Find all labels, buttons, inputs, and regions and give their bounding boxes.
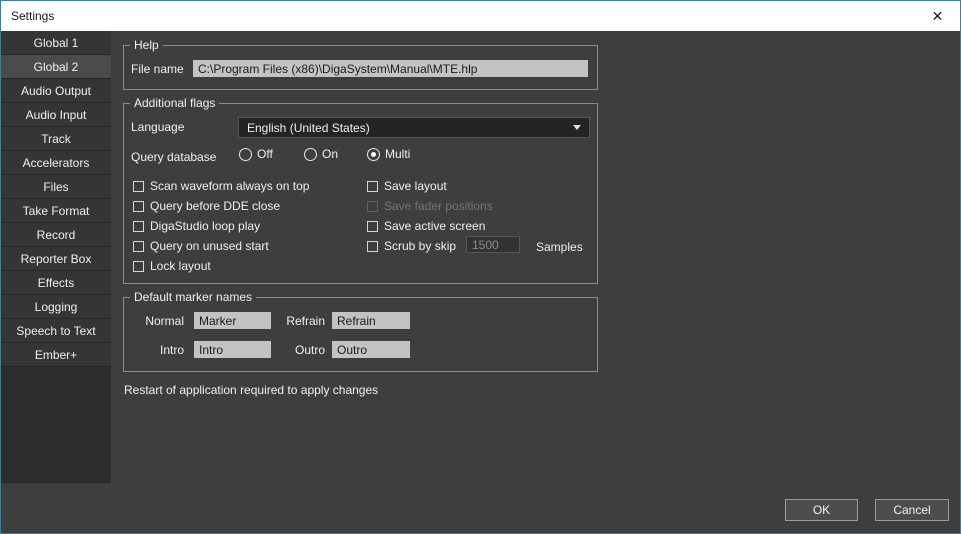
sidebar-item-audio-output[interactable]: Audio Output xyxy=(1,79,111,103)
checkbox-label: Lock layout xyxy=(150,259,211,273)
sidebar-item-global-1[interactable]: Global 1 xyxy=(1,31,111,55)
checkbox-query-before-dde-close[interactable]: Query before DDE close xyxy=(133,199,280,213)
checkbox-icon xyxy=(133,241,144,252)
window-title: Settings xyxy=(1,9,54,23)
additional-flags-group-title: Additional flags xyxy=(130,96,219,110)
restart-note: Restart of application required to apply… xyxy=(124,383,378,397)
titlebar[interactable]: Settings ✕ xyxy=(1,1,960,31)
marker-intro-label: Intro xyxy=(129,343,184,357)
checkbox-label: Save active screen xyxy=(384,219,485,233)
sidebar-item-speech-to-text[interactable]: Speech to Text xyxy=(1,319,111,343)
radio-query-on[interactable]: On xyxy=(304,147,338,161)
radio-query-multi[interactable]: Multi xyxy=(367,147,410,161)
checkbox-label: Save layout xyxy=(384,179,447,193)
sidebar: Global 1 Global 2 Audio Output Audio Inp… xyxy=(1,31,111,483)
additional-flags-group: Additional flags Language English (Unite… xyxy=(123,103,598,284)
query-database-label: Query database xyxy=(131,150,216,164)
sidebar-item-take-format[interactable]: Take Format xyxy=(1,199,111,223)
help-file-name-input[interactable] xyxy=(193,60,588,77)
marker-intro-input[interactable] xyxy=(194,341,271,358)
sidebar-item-audio-input[interactable]: Audio Input xyxy=(1,103,111,127)
radio-on-label: On xyxy=(322,147,338,161)
marker-outro-label: Outro xyxy=(274,343,325,357)
checkbox-label: Save fader positions xyxy=(384,199,493,213)
ok-button[interactable]: OK xyxy=(785,499,858,521)
checkbox-label: Scrub by skip xyxy=(384,239,456,253)
sidebar-item-reporter-box[interactable]: Reporter Box xyxy=(1,247,111,271)
checkbox-icon xyxy=(367,201,378,212)
marker-refrain-input[interactable] xyxy=(332,312,410,329)
checkbox-icon xyxy=(133,221,144,232)
scrub-samples-input xyxy=(466,236,520,253)
checkbox-save-active-screen[interactable]: Save active screen xyxy=(367,219,485,233)
marker-group-title: Default marker names xyxy=(130,290,256,304)
sidebar-item-files[interactable]: Files xyxy=(1,175,111,199)
checkbox-scan-waveform[interactable]: Scan waveform always on top xyxy=(133,179,309,193)
sidebar-item-effects[interactable]: Effects xyxy=(1,271,111,295)
samples-label: Samples xyxy=(536,240,583,254)
checkbox-icon xyxy=(367,221,378,232)
checkbox-label: DigaStudio loop play xyxy=(150,219,260,233)
main-panel: Help File name Additional flags Language… xyxy=(111,31,960,533)
language-selected-value: English (United States) xyxy=(247,121,370,135)
radio-icon xyxy=(239,148,252,161)
checkbox-digastudio-loop-play[interactable]: DigaStudio loop play xyxy=(133,219,260,233)
checkbox-label: Scan waveform always on top xyxy=(150,179,309,193)
radio-query-off[interactable]: Off xyxy=(239,147,273,161)
marker-outro-input[interactable] xyxy=(332,341,410,358)
checkbox-icon xyxy=(367,181,378,192)
marker-normal-input[interactable] xyxy=(194,312,271,329)
sidebar-item-logging[interactable]: Logging xyxy=(1,295,111,319)
checkbox-icon xyxy=(367,241,378,252)
marker-normal-label: Normal xyxy=(129,314,184,328)
checkbox-query-on-unused-start[interactable]: Query on unused start xyxy=(133,239,269,253)
close-icon: ✕ xyxy=(932,8,944,25)
checkbox-save-fader-positions: Save fader positions xyxy=(367,199,493,213)
sidebar-item-record[interactable]: Record xyxy=(1,223,111,247)
language-label: Language xyxy=(131,120,184,134)
checkbox-scrub-by-skip[interactable]: Scrub by skip xyxy=(367,239,456,253)
help-group: Help File name xyxy=(123,45,598,90)
help-group-title: Help xyxy=(130,38,163,52)
close-button[interactable]: ✕ xyxy=(915,1,960,31)
radio-selected-icon xyxy=(367,148,380,161)
checkbox-save-layout[interactable]: Save layout xyxy=(367,179,447,193)
checkbox-icon xyxy=(133,201,144,212)
default-marker-names-group: Default marker names Normal Refrain Intr… xyxy=(123,297,598,372)
sidebar-item-track[interactable]: Track xyxy=(1,127,111,151)
cancel-button[interactable]: Cancel xyxy=(875,499,949,521)
checkbox-lock-layout[interactable]: Lock layout xyxy=(133,259,211,273)
checkbox-icon xyxy=(133,261,144,272)
settings-dialog: Settings ✕ Global 1 Global 2 Audio Outpu… xyxy=(0,0,961,534)
language-dropdown[interactable]: English (United States) xyxy=(238,117,590,138)
marker-refrain-label: Refrain xyxy=(274,314,325,328)
file-name-label: File name xyxy=(131,62,184,76)
chevron-down-icon xyxy=(573,125,581,130)
radio-multi-label: Multi xyxy=(385,147,410,161)
radio-icon xyxy=(304,148,317,161)
checkbox-label: Query before DDE close xyxy=(150,199,280,213)
checkbox-icon xyxy=(133,181,144,192)
sidebar-item-ember[interactable]: Ember+ xyxy=(1,343,111,367)
checkbox-label: Query on unused start xyxy=(150,239,269,253)
radio-off-label: Off xyxy=(257,147,273,161)
sidebar-item-accelerators[interactable]: Accelerators xyxy=(1,151,111,175)
sidebar-item-global-2[interactable]: Global 2 xyxy=(1,55,111,79)
